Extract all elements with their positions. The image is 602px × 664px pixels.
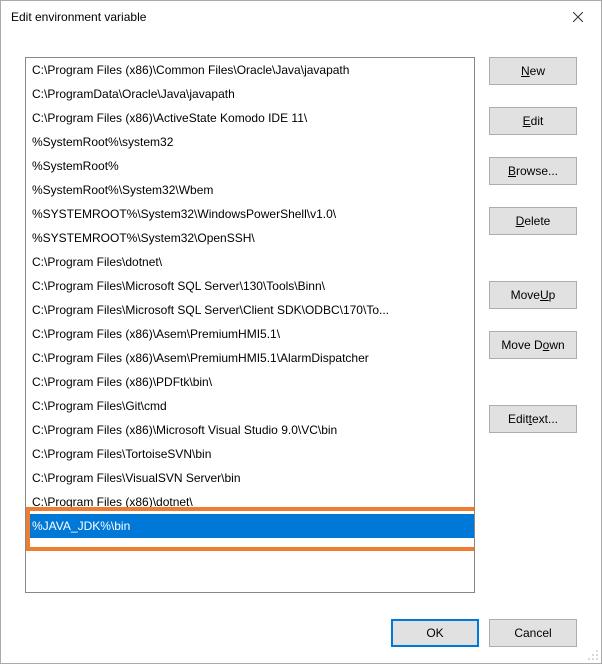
list-item[interactable]: %SystemRoot% — [26, 154, 474, 178]
side-button-column: New Edit Browse... Delete Move Up Move D… — [489, 57, 577, 597]
browse-button[interactable]: Browse... — [489, 157, 577, 185]
edit-button[interactable]: Edit — [489, 107, 577, 135]
list-item-empty[interactable] — [26, 538, 474, 562]
list-item-empty[interactable] — [26, 562, 474, 586]
close-icon — [573, 12, 583, 22]
move-down-button[interactable]: Move Down — [489, 331, 577, 359]
list-item[interactable]: C:\Program Files\VisualSVN Server\bin — [26, 466, 474, 490]
list-item[interactable]: C:\Program Files (x86)\Common Files\Orac… — [26, 58, 474, 82]
window-title: Edit environment variable — [11, 10, 555, 24]
resize-grip-icon[interactable] — [587, 649, 599, 661]
ok-button[interactable]: OK — [391, 619, 479, 647]
list-item[interactable]: C:\ProgramData\Oracle\Java\javapath — [26, 82, 474, 106]
dialog-body: C:\Program Files (x86)\Common Files\Orac… — [1, 33, 601, 607]
list-item[interactable]: C:\Program Files\TortoiseSVN\bin — [26, 442, 474, 466]
list-item[interactable]: %SYSTEMROOT%\System32\WindowsPowerShell\… — [26, 202, 474, 226]
edit-text-button[interactable]: Edit text... — [489, 405, 577, 433]
delete-button[interactable]: Delete — [489, 207, 577, 235]
path-listbox[interactable]: C:\Program Files (x86)\Common Files\Orac… — [25, 57, 475, 593]
list-item[interactable]: C:\Program Files (x86)\Asem\PremiumHMI5.… — [26, 346, 474, 370]
list-item-selected[interactable]: %JAVA_JDK%\bin — [26, 514, 474, 538]
list-item[interactable]: C:\Program Files\Git\cmd — [26, 394, 474, 418]
list-item[interactable]: C:\Program Files (x86)\Asem\PremiumHMI5.… — [26, 322, 474, 346]
move-up-button[interactable]: Move Up — [489, 281, 577, 309]
list-item[interactable]: C:\Program Files (x86)\PDFtk\bin\ — [26, 370, 474, 394]
list-item[interactable]: C:\Program Files\Microsoft SQL Server\Cl… — [26, 298, 474, 322]
list-item[interactable]: C:\Program Files (x86)\Microsoft Visual … — [26, 418, 474, 442]
list-item[interactable]: %SystemRoot%\system32 — [26, 130, 474, 154]
list-item[interactable]: C:\Program Files (x86)\dotnet\ — [26, 490, 474, 514]
list-item[interactable]: C:\Program Files (x86)\ActiveState Komod… — [26, 106, 474, 130]
dialog-footer: OK Cancel — [1, 607, 601, 663]
cancel-button[interactable]: Cancel — [489, 619, 577, 647]
list-item[interactable]: C:\Program Files\Microsoft SQL Server\13… — [26, 274, 474, 298]
close-button[interactable] — [555, 1, 601, 33]
edit-env-var-dialog: Edit environment variable C:\Program Fil… — [0, 0, 602, 664]
list-item[interactable]: %SystemRoot%\System32\Wbem — [26, 178, 474, 202]
list-item[interactable]: %SYSTEMROOT%\System32\OpenSSH\ — [26, 226, 474, 250]
titlebar: Edit environment variable — [1, 1, 601, 33]
new-button[interactable]: New — [489, 57, 577, 85]
list-item[interactable]: C:\Program Files\dotnet\ — [26, 250, 474, 274]
